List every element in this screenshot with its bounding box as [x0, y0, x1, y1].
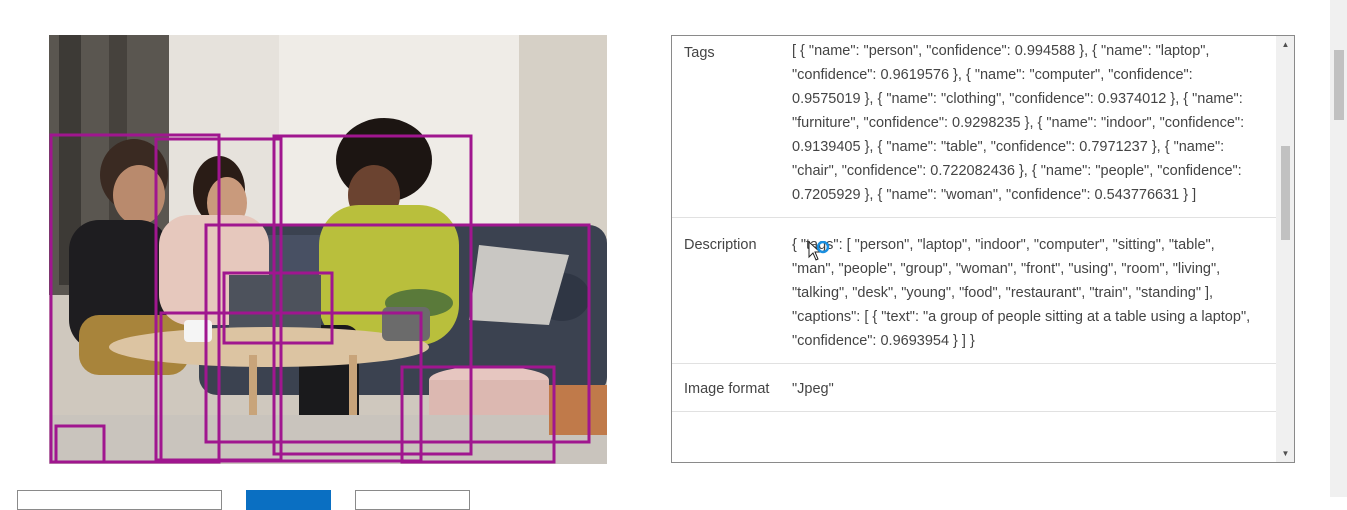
result-value: [ { "name": "person", "confidence": 0.99…: [792, 43, 1245, 203]
mouse-pointer-busy-icon: [808, 241, 830, 261]
triangle-down-icon[interactable]: ▼: [1277, 445, 1294, 462]
page-scrollbar-thumb[interactable]: [1334, 50, 1344, 120]
result-row-description: Description { "tags": [ "person", "lapto…: [672, 218, 1277, 364]
result-key: Tags: [684, 45, 715, 61]
tertiary-button[interactable]: [355, 490, 470, 510]
primary-button[interactable]: [246, 490, 331, 510]
secondary-button[interactable]: [17, 490, 222, 510]
results-table: Tags [ { "name": "person", "confidence":…: [672, 36, 1277, 412]
result-value: { "tags": [ "person", "laptop", "indoor"…: [792, 237, 1251, 349]
page-scrollbar[interactable]: [1330, 0, 1347, 497]
scrollbar-thumb[interactable]: [1281, 146, 1290, 240]
result-row-image-format: Image format "Jpeg": [672, 364, 1277, 412]
analysis-results-panel[interactable]: Tags [ { "name": "person", "confidence":…: [671, 35, 1295, 463]
results-scrollbar[interactable]: ▲ ▼: [1276, 36, 1294, 462]
result-key: Image format: [684, 381, 770, 397]
result-value: "Jpeg": [792, 381, 834, 397]
result-key: Description: [684, 237, 757, 253]
triangle-up-icon[interactable]: ▲: [1277, 36, 1294, 53]
analyzed-image: [49, 35, 607, 464]
image-canvas: [49, 35, 607, 464]
result-row-tags: Tags [ { "name": "person", "confidence":…: [672, 36, 1277, 218]
